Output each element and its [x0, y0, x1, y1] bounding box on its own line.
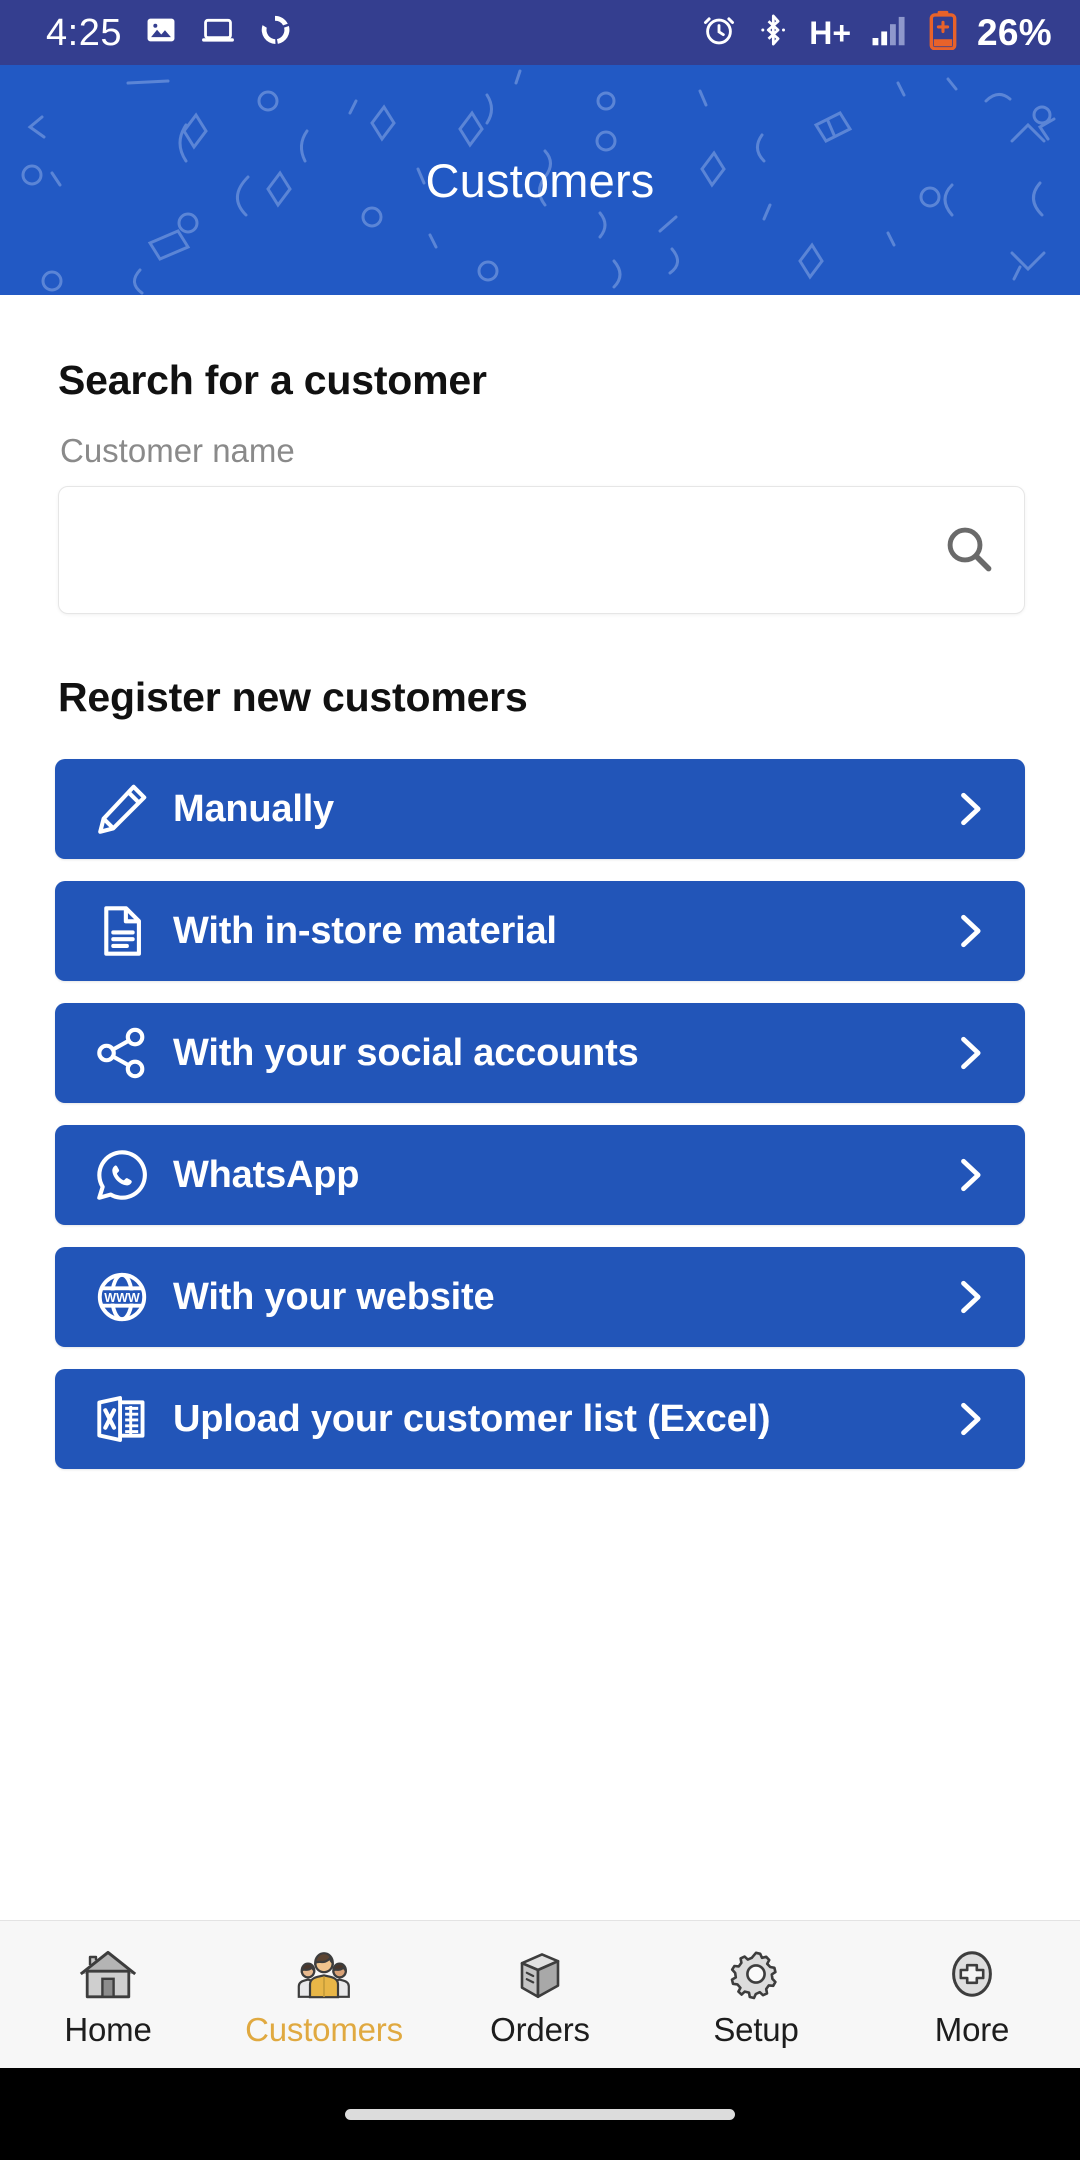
page-header: Customers [0, 65, 1080, 295]
register-in-store-material-button[interactable]: With in-store material [55, 881, 1025, 981]
signal-bars-icon [871, 14, 909, 51]
register-upload-excel-button[interactable]: Upload your customer list (Excel) [55, 1369, 1025, 1469]
battery-percent-label: 26% [977, 11, 1052, 53]
gear-icon [724, 1941, 788, 2003]
button-label: Manually [173, 787, 334, 830]
nav-label: Customers [245, 2010, 403, 2048]
nav-item-more[interactable]: More [864, 1921, 1080, 2068]
app-screen: 4:25 H+ 26% Customers Search for a custo… [0, 0, 1080, 2160]
nav-item-setup[interactable]: Setup [648, 1921, 864, 2068]
search-button[interactable] [914, 487, 1024, 613]
nav-item-orders[interactable]: Orders [432, 1921, 648, 2068]
register-manually-button[interactable]: Manually [55, 759, 1025, 859]
pencil-icon [85, 780, 159, 838]
battery-charging-icon [929, 10, 957, 55]
page-title: Customers [425, 153, 655, 207]
chevron-right-icon [947, 1397, 991, 1441]
globe-www-icon: WWW [85, 1268, 159, 1326]
network-type-label: H+ [809, 14, 852, 51]
nav-label: Home [64, 2010, 152, 2048]
svg-text:WWW: WWW [104, 1291, 140, 1305]
network-h-plus-icon: H+ [809, 17, 851, 49]
register-options-list: Manually With in-store material With you… [0, 759, 1080, 1469]
status-bar: 4:25 H+ 26% [0, 0, 1080, 65]
button-label: With in-store material [173, 909, 557, 952]
whatsapp-icon [85, 1146, 159, 1204]
customer-name-label: Customer name [60, 432, 295, 469]
button-label: WhatsApp [173, 1153, 360, 1196]
people-icon [292, 1941, 356, 2003]
search-icon [941, 521, 997, 580]
house-icon [76, 1941, 140, 2003]
register-section-title: Register new customers [58, 674, 528, 720]
button-label: With your social accounts [173, 1031, 639, 1074]
nav-item-customers[interactable]: Customers [216, 1921, 432, 2068]
laptop-icon [200, 13, 236, 52]
status-time: 4:25 [46, 11, 122, 54]
nav-label: More [934, 2010, 1010, 2048]
register-website-button[interactable]: WWW With your website [55, 1247, 1025, 1347]
search-section-title: Search for a customer [58, 357, 487, 403]
plus-circle-icon [940, 1941, 1004, 2003]
document-icon [85, 902, 159, 960]
chevron-right-icon [947, 909, 991, 953]
gesture-navigation-area [0, 2068, 1080, 2160]
share-icon [85, 1024, 159, 1082]
nav-item-home[interactable]: Home [0, 1921, 216, 2068]
bluetooth-icon [757, 12, 789, 53]
register-social-accounts-button[interactable]: With your social accounts [55, 1003, 1025, 1103]
excel-file-icon [85, 1390, 159, 1448]
chevron-right-icon [947, 787, 991, 831]
sync-icon [258, 13, 292, 52]
image-icon [144, 13, 178, 52]
nav-label: Orders [490, 2010, 590, 2048]
status-bar-left: 4:25 [46, 13, 292, 52]
nav-label: Setup [713, 2010, 799, 2048]
alarm-icon [701, 12, 737, 53]
main-content: Search for a customer Customer name Regi… [0, 295, 1080, 1491]
search-input[interactable] [59, 487, 914, 613]
bottom-navigation: Home Customers Orders Setup More [0, 1920, 1080, 2068]
chevron-right-icon [947, 1153, 991, 1197]
button-label: With your website [173, 1275, 495, 1318]
status-bar-right: H+ 26% [701, 10, 1052, 55]
search-field-wrapper[interactable] [58, 486, 1025, 614]
chevron-right-icon [947, 1031, 991, 1075]
chevron-right-icon [947, 1275, 991, 1319]
button-label: Upload your customer list (Excel) [173, 1397, 771, 1440]
gesture-bar[interactable] [345, 2108, 735, 2120]
register-whatsapp-button[interactable]: WhatsApp [55, 1125, 1025, 1225]
box-icon [508, 1941, 572, 2003]
